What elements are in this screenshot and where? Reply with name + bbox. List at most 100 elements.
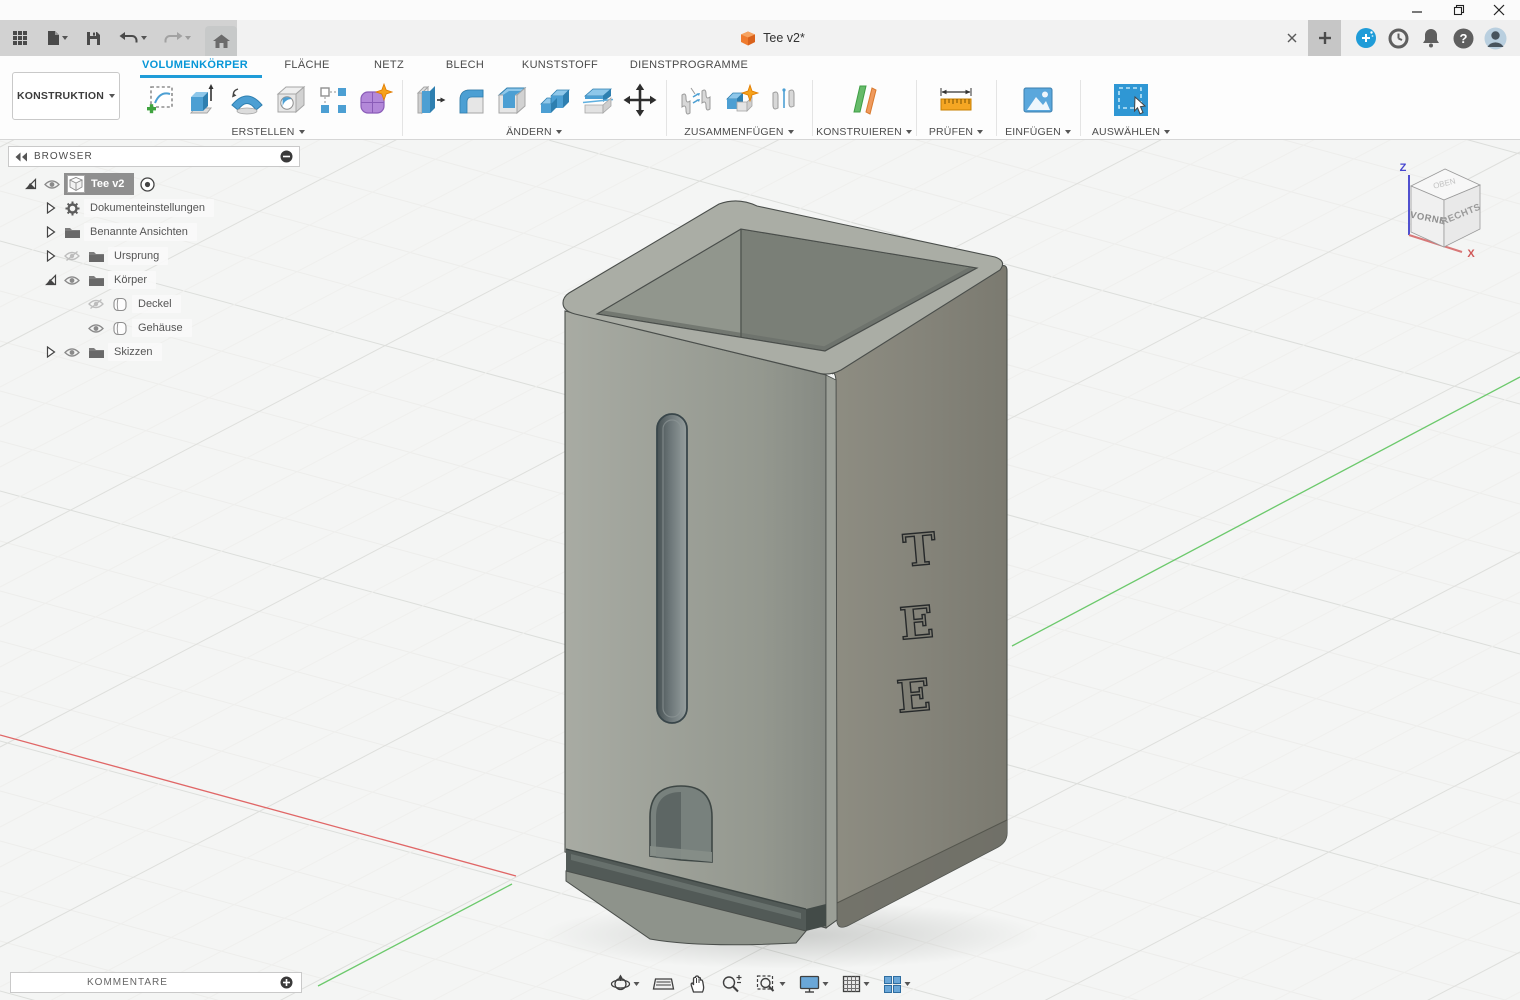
browser-item-ursprung[interactable]: Ursprung <box>8 244 308 268</box>
browser-collapse-all-icon[interactable] <box>280 150 293 163</box>
tab-netz[interactable]: NETZ <box>374 59 404 71</box>
hole-button[interactable] <box>273 83 309 117</box>
look-at-button[interactable] <box>651 972 677 996</box>
visibility-eye-icon[interactable] <box>84 323 108 334</box>
rectangular-pattern-button[interactable] <box>316 83 350 117</box>
browser-item-koerper[interactable]: Körper <box>8 268 308 292</box>
visibility-eye-icon[interactable] <box>40 179 64 190</box>
measure-button[interactable] <box>938 84 974 116</box>
browser-item-gehaeuse[interactable]: Gehäuse <box>8 316 308 340</box>
global-buttons: ? <box>1341 20 1520 56</box>
workspace-caret <box>109 94 115 98</box>
expand-arrow-collapsed[interactable] <box>42 346 60 358</box>
group-label-zusammenfuegen[interactable]: ZUSAMMENFÜGEN <box>667 126 811 138</box>
comments-bar[interactable]: KOMMENTARE <box>10 972 302 993</box>
job-status-button[interactable] <box>1386 26 1410 50</box>
comments-label: KOMMENTARE <box>19 977 280 988</box>
grid-snaps-button[interactable] <box>840 972 872 996</box>
fit-button[interactable] <box>754 972 788 996</box>
user-avatar[interactable] <box>1484 26 1508 50</box>
view-cube[interactable]: OBEN VORNE RECHTS Z X <box>1392 155 1502 275</box>
construction-plane-button[interactable] <box>846 82 882 118</box>
insert-component-button[interactable] <box>677 83 715 117</box>
save-button[interactable] <box>82 24 105 52</box>
viewport-3d[interactable]: T E E BROWSER <box>0 140 1520 1000</box>
press-pull-button[interactable] <box>412 83 446 117</box>
file-menu-button[interactable] <box>42 24 72 52</box>
select-button[interactable] <box>1112 82 1150 118</box>
group-label-konstruieren[interactable]: KONSTRUIEREN <box>813 126 915 138</box>
as-built-joint-icon <box>767 83 801 117</box>
browser-item-dokumenteinstellungen[interactable]: Dokumenteinstellungen <box>8 196 308 220</box>
as-built-joint-button[interactable] <box>767 83 801 117</box>
model-right-face[interactable] <box>832 266 1007 928</box>
expand-arrow-collapsed[interactable] <box>42 250 60 262</box>
help-button[interactable]: ? <box>1451 26 1475 50</box>
construction-plane-icon <box>846 82 882 118</box>
restore-button[interactable] <box>1444 2 1474 18</box>
tab-volumenkoerper[interactable]: VOLUMENKÖRPER <box>142 59 248 71</box>
group-label-aendern[interactable]: ÄNDERN <box>403 126 665 138</box>
create-sketch-button[interactable] <box>144 83 178 117</box>
undo-button[interactable] <box>115 24 151 52</box>
close-button[interactable] <box>1484 2 1514 18</box>
new-document-button[interactable] <box>1308 20 1341 56</box>
extensions-button[interactable] <box>1354 26 1378 50</box>
visibility-eye-icon[interactable] <box>60 275 84 286</box>
group-label-auswaehlen[interactable]: AUSWÄHLEN <box>1081 126 1181 138</box>
visibility-eye-icon[interactable] <box>60 347 84 358</box>
group-label-erstellen[interactable]: ERSTELLEN <box>134 126 402 138</box>
home-tab-button[interactable] <box>205 26 237 56</box>
browser-panel: BROWSER <box>8 146 308 364</box>
zusammenfuegen-label-text: ZUSAMMENFÜGEN <box>684 126 783 138</box>
browser-item-benannte-ansichten[interactable]: Benannte Ansichten <box>8 220 308 244</box>
minimize-button[interactable] <box>1402 2 1432 18</box>
svg-text:T: T <box>901 524 938 578</box>
document-tab[interactable]: Tee v2* <box>237 20 1308 56</box>
expand-arrow-collapsed[interactable] <box>42 202 60 214</box>
expand-arrow-collapsed[interactable] <box>42 226 60 238</box>
browser-header[interactable]: BROWSER <box>8 146 300 167</box>
expand-arrow-expanded[interactable] <box>22 178 40 190</box>
orbit-button[interactable] <box>608 972 642 996</box>
display-settings-button[interactable] <box>797 972 831 996</box>
expand-arrow-expanded[interactable] <box>42 274 60 286</box>
fillet-button[interactable] <box>453 83 487 117</box>
extrude-button[interactable] <box>185 83 221 117</box>
browser-item-skizzen[interactable]: Skizzen <box>8 340 308 364</box>
move-button[interactable] <box>623 83 657 117</box>
tab-dienstprogramme[interactable]: DIENSTPROGRAMME <box>630 59 748 71</box>
revolve-button[interactable] <box>228 83 266 117</box>
create-form-button[interactable] <box>357 83 393 117</box>
insert-button[interactable] <box>1021 85 1055 115</box>
redo-button[interactable] <box>159 24 195 52</box>
app-launcher-button[interactable] <box>8 24 32 52</box>
viewports-button[interactable] <box>881 972 913 996</box>
tab-kunststoff[interactable]: KUNSTSTOFF <box>522 59 598 71</box>
browser-item-tee-v2[interactable]: Tee v2 <box>8 172 308 196</box>
document-close-button[interactable] <box>1284 30 1300 46</box>
tab-strip: Tee v2* <box>0 20 1520 56</box>
browser-item-deckel[interactable]: Deckel <box>8 292 308 316</box>
tab-flaeche[interactable]: FLÄCHE <box>284 59 329 71</box>
split-body-button[interactable] <box>580 83 616 117</box>
notifications-button[interactable] <box>1419 26 1443 50</box>
combine-button[interactable] <box>537 83 573 117</box>
visibility-eye-off-icon[interactable] <box>84 298 108 310</box>
add-comment-icon[interactable] <box>280 976 293 989</box>
selected-item-pill[interactable]: Tee v2 <box>64 173 134 195</box>
joint-button[interactable] <box>722 83 760 117</box>
tab-blech[interactable]: BLECH <box>446 59 484 71</box>
grid-snaps-icon <box>842 974 862 994</box>
shell-button[interactable] <box>494 83 530 117</box>
revolve-icon <box>228 83 266 117</box>
zoom-button[interactable] <box>719 972 745 996</box>
visibility-eye-off-icon[interactable] <box>60 250 84 262</box>
fusion-window: Tee v2* <box>0 0 1520 1000</box>
body-icon <box>108 297 132 312</box>
pan-button[interactable] <box>686 972 710 996</box>
group-label-pruefen[interactable]: PRÜFEN <box>917 126 995 138</box>
group-label-einfuegen[interactable]: EINFÜGEN <box>997 126 1079 138</box>
workspace-selector[interactable]: KONSTRUKTION <box>12 72 120 120</box>
activate-component-radio[interactable] <box>134 177 160 192</box>
